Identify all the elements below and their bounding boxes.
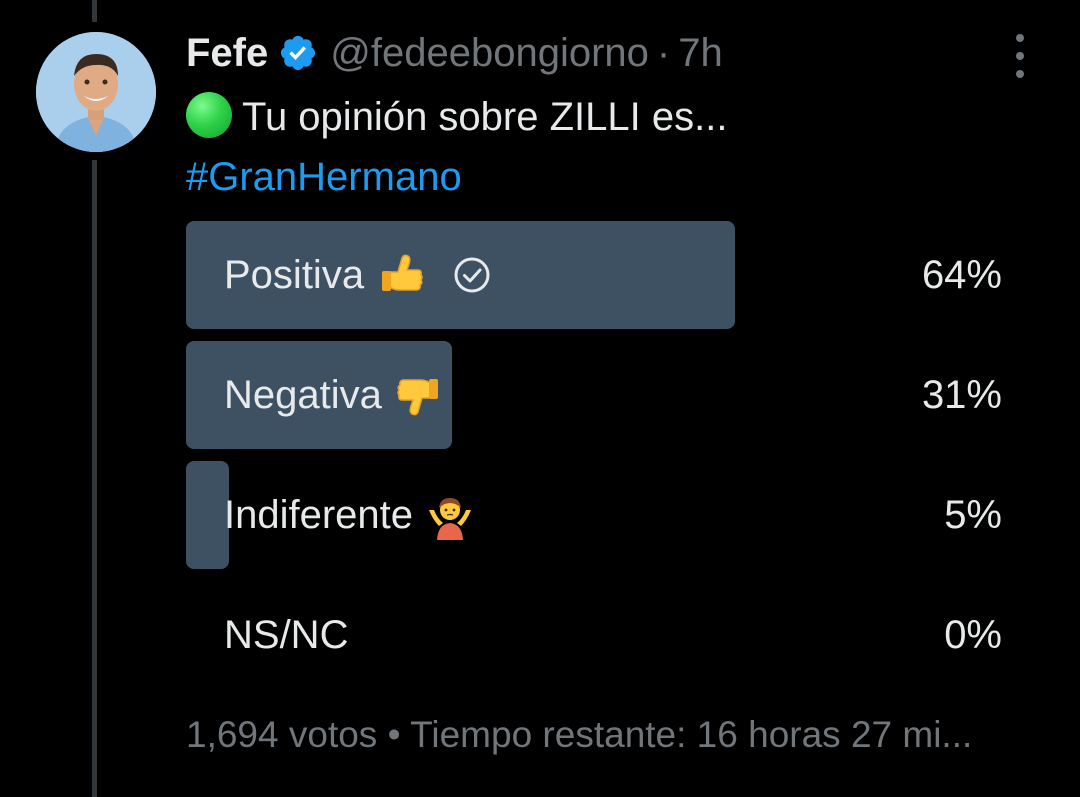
- poll-fill-bar: [186, 461, 229, 569]
- poll-option-label: Negativa: [224, 341, 444, 449]
- poll-option-label: Indiferente: [224, 461, 475, 569]
- poll-footer: 1,694 votos • Tiempo restante: 16 horas …: [186, 714, 973, 755]
- poll-option-text: Positiva: [224, 252, 365, 297]
- thread-connector-line: [92, 160, 97, 797]
- person-shrugging-icon: [425, 490, 475, 540]
- poll-option-nsnc[interactable]: NS/NC 0%: [186, 581, 1022, 689]
- thumbs-up-icon: [376, 250, 426, 300]
- more-options-icon[interactable]: [1004, 34, 1036, 78]
- poll-option-percent: 31%: [921, 372, 1002, 417]
- hashtag-link[interactable]: #GranHermano: [186, 148, 462, 206]
- poll-option-percent: 5%: [944, 492, 1002, 537]
- author-display-name[interactable]: Fefe: [186, 31, 268, 76]
- poll-option-text: NS/NC: [224, 612, 349, 657]
- poll-option-negativa[interactable]: Negativa 31%: [186, 341, 1022, 449]
- green-circle-emoji: [186, 92, 232, 138]
- voted-check-icon: [452, 255, 492, 295]
- poll-option-label: NS/NC: [224, 581, 348, 689]
- verified-badge-icon: [278, 33, 318, 73]
- author-handle[interactable]: @fedeebongiorno: [330, 31, 649, 76]
- tweet-text: Tu opinión sobre ZILLI es...: [186, 88, 727, 146]
- avatar[interactable]: [36, 32, 156, 152]
- user-avatar-icon: [36, 32, 156, 152]
- poll-option-text: Negativa: [224, 372, 382, 417]
- tweet-timestamp[interactable]: 7h: [678, 31, 723, 76]
- poll-option-label: Positiva: [224, 221, 492, 329]
- header-separator: ·: [656, 30, 671, 75]
- poll-option-percent: 0%: [944, 612, 1002, 657]
- poll-option-positiva[interactable]: Positiva 64%: [186, 221, 1022, 329]
- tweet-text-content: Tu opinión sobre ZILLI es...: [242, 95, 728, 139]
- thread-connector-top: [92, 0, 97, 22]
- thumbs-down-icon: [394, 370, 444, 420]
- poll-option-percent: 64%: [921, 252, 1002, 297]
- poll-option-text: Indiferente: [224, 492, 414, 537]
- tweet-header: Fefe @fedeebongiorno · 7h: [186, 26, 723, 80]
- poll-option-indiferente[interactable]: Indiferente 5%: [186, 461, 1022, 569]
